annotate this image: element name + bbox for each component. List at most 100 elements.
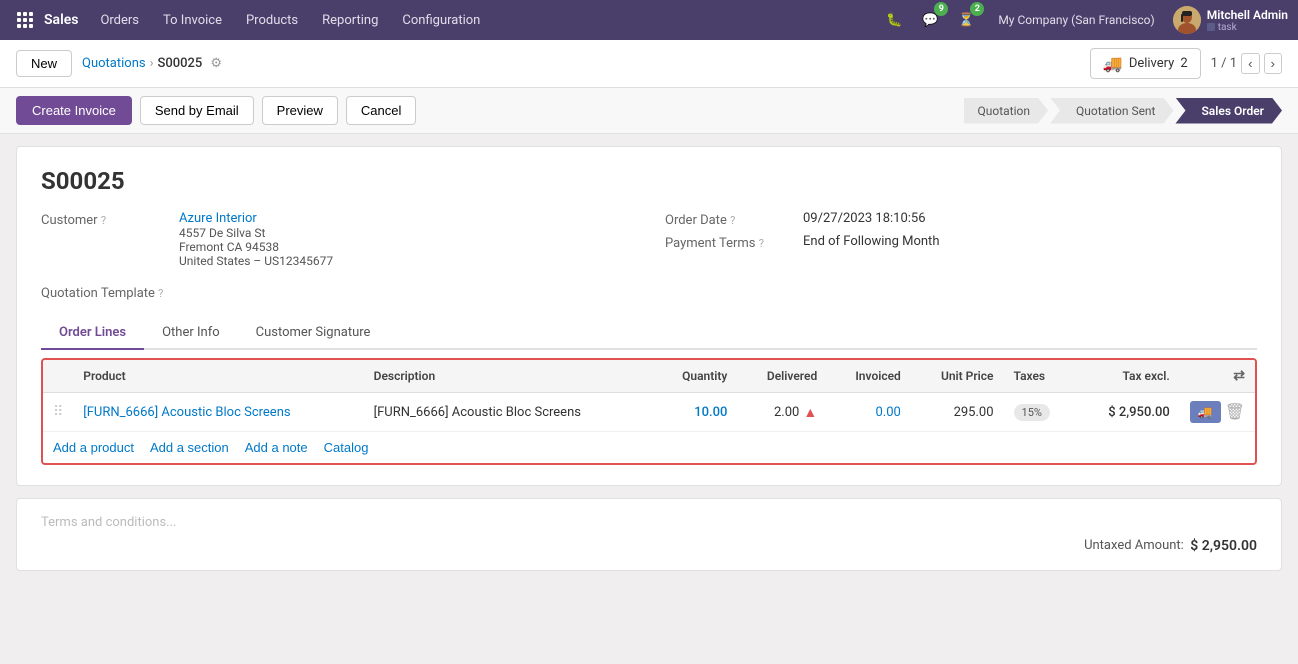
terms-placeholder[interactable]: Terms and conditions... [41,515,176,530]
catalog-button[interactable]: Catalog [324,440,369,455]
nav-orders[interactable]: Orders [90,9,149,32]
top-navigation: Sales Orders To Invoice Products Reporti… [0,0,1298,40]
messages-badge: 9 [934,2,948,16]
delivered-value: 2.00 [774,405,799,420]
bug-icon[interactable]: 🐛 [880,6,908,34]
customer-label: Customer ? [41,211,171,228]
address-line3: United States – US12345677 [179,254,333,268]
pager-prev[interactable]: ‹ [1241,53,1259,74]
table-footer: Add a product Add a section Add a note C… [43,432,1255,463]
settings-gear-icon[interactable]: ⚙ [210,56,222,71]
company-name: My Company (San Francisco) [998,13,1154,27]
col-drag [43,360,73,393]
right-fields: Order Date ? 09/27/2023 18:10:56 Payment… [665,211,1257,268]
customer-help-icon: ? [101,214,106,227]
table-header-row: Product Description Quantity Delivered I… [43,360,1255,393]
create-invoice-button[interactable]: Create Invoice [16,96,132,125]
topnav-icons: 🐛 💬 9 ⏳ 2 My Company (San Francisco) M [880,6,1288,34]
messages-icon[interactable]: 💬 9 [916,6,944,34]
delivery-button[interactable]: 🚚 Delivery 2 [1090,48,1201,79]
move-to-invoice-button[interactable]: 🚚 [1190,401,1221,423]
user-menu[interactable]: Mitchell Admin task [1173,6,1288,34]
order-table-container: Product Description Quantity Delivered I… [41,358,1257,465]
row-delivered: 2.00 ▲ [737,393,827,432]
status-quotation-sent[interactable]: Quotation Sent [1050,98,1174,124]
untaxed-amount-label: Untaxed Amount: [1084,538,1184,554]
invoiced-value[interactable]: 0.00 [875,405,900,420]
document-title: S00025 [41,167,1257,195]
col-taxes: Taxes [1004,360,1076,393]
breadcrumb: Quotations › S00025 ⚙ [82,56,222,71]
quotation-template-label: Quotation Template ? [41,284,171,301]
row-description: [FURN_6666] Acoustic Bloc Screens [364,393,654,432]
col-tax-excl: Tax excl. [1076,360,1180,393]
status-sales-order[interactable]: Sales Order [1175,98,1282,124]
row-unit-price: 295.00 [911,393,1004,432]
brand-label: Sales [44,12,78,28]
address-line1: 4557 De Silva St [179,226,333,240]
tax-excl-value: $ 2,950.00 [1108,405,1169,420]
task-dot-icon [1207,23,1215,31]
quantity-value[interactable]: 10.00 [694,405,727,420]
status-quotation[interactable]: Quotation [964,98,1048,124]
user-task: task [1207,22,1288,33]
terms-area: Terms and conditions... Untaxed Amount: … [16,498,1282,571]
tab-other-info[interactable]: Other Info [144,317,238,350]
col-description: Description [364,360,654,393]
action-bar: Create Invoice Send by Email Preview Can… [0,88,1298,134]
user-avatar [1173,6,1201,34]
apps-menu-icon[interactable] [10,5,40,35]
row-actions-cell: 🚚 🗑 [1180,393,1255,432]
form-fields: Customer ? Azure Interior 4557 De Silva … [41,211,1257,268]
breadcrumb-separator: › [150,56,154,71]
add-product-button[interactable]: Add a product [53,440,134,455]
row-drag-handle[interactable]: ⠿ [43,393,73,432]
truck-icon: 🚚 [1103,54,1123,73]
nav-reporting[interactable]: Reporting [312,9,388,32]
order-date-help-icon: ? [730,214,735,227]
col-invoiced: Invoiced [827,360,911,393]
activity-icon[interactable]: ⏳ 2 [952,6,980,34]
product-name-link[interactable]: [FURN_6666] Acoustic Bloc Screens [83,405,290,420]
pager-next[interactable]: › [1264,53,1282,74]
send-by-email-button[interactable]: Send by Email [140,96,254,125]
main-form: S00025 Customer ? Azure Interior 4557 De… [16,146,1282,486]
tab-customer-signature[interactable]: Customer Signature [238,317,389,350]
warning-icon: ▲ [803,404,817,421]
order-table: Product Description Quantity Delivered I… [43,360,1255,432]
preview-button[interactable]: Preview [262,96,338,125]
row-quantity: 10.00 [654,393,737,432]
add-section-button[interactable]: Add a section [150,440,229,455]
payment-terms-help-icon: ? [759,237,764,250]
address-line2: Fremont CA 94538 [179,240,333,254]
tab-order-lines[interactable]: Order Lines [41,317,144,350]
order-date-label: Order Date ? [665,211,795,228]
column-settings-icon[interactable]: ⇄ [1233,368,1245,384]
row-invoiced: 0.00 [827,393,911,432]
col-unit-price: Unit Price [911,360,1004,393]
nav-configuration[interactable]: Configuration [392,9,490,32]
nav-products[interactable]: Products [236,9,308,32]
order-date-value: 09/27/2023 18:10:56 [803,211,926,226]
untaxed-amount-value: $ 2,950.00 [1190,538,1257,554]
delivery-count: 2 [1180,56,1187,71]
nav-to-invoice[interactable]: To Invoice [153,9,232,32]
totals-area: Untaxed Amount: $ 2,950.00 [41,538,1257,554]
quotation-template-help-icon: ? [158,287,163,300]
row-taxes: 15% [1004,393,1076,432]
delete-row-button[interactable]: 🗑 [1225,402,1245,422]
customer-value: Azure Interior 4557 De Silva St Fremont … [179,211,333,268]
user-name: Mitchell Admin [1207,8,1288,22]
new-button[interactable]: New [16,50,72,77]
table-row: ⠿ [FURN_6666] Acoustic Bloc Screens [FUR… [43,393,1255,432]
row-tax-excl: $ 2,950.00 [1076,393,1180,432]
breadcrumb-parent[interactable]: Quotations [82,56,146,71]
customer-name-link[interactable]: Azure Interior [179,211,257,226]
activity-badge: 2 [970,2,984,16]
breadcrumb-current: S00025 [158,56,203,71]
add-note-button[interactable]: Add a note [245,440,308,455]
drag-handle-icon: ⠿ [53,404,63,420]
col-quantity: Quantity [654,360,737,393]
status-pipeline: Quotation Quotation Sent Sales Order [964,98,1283,124]
cancel-button[interactable]: Cancel [346,96,416,125]
